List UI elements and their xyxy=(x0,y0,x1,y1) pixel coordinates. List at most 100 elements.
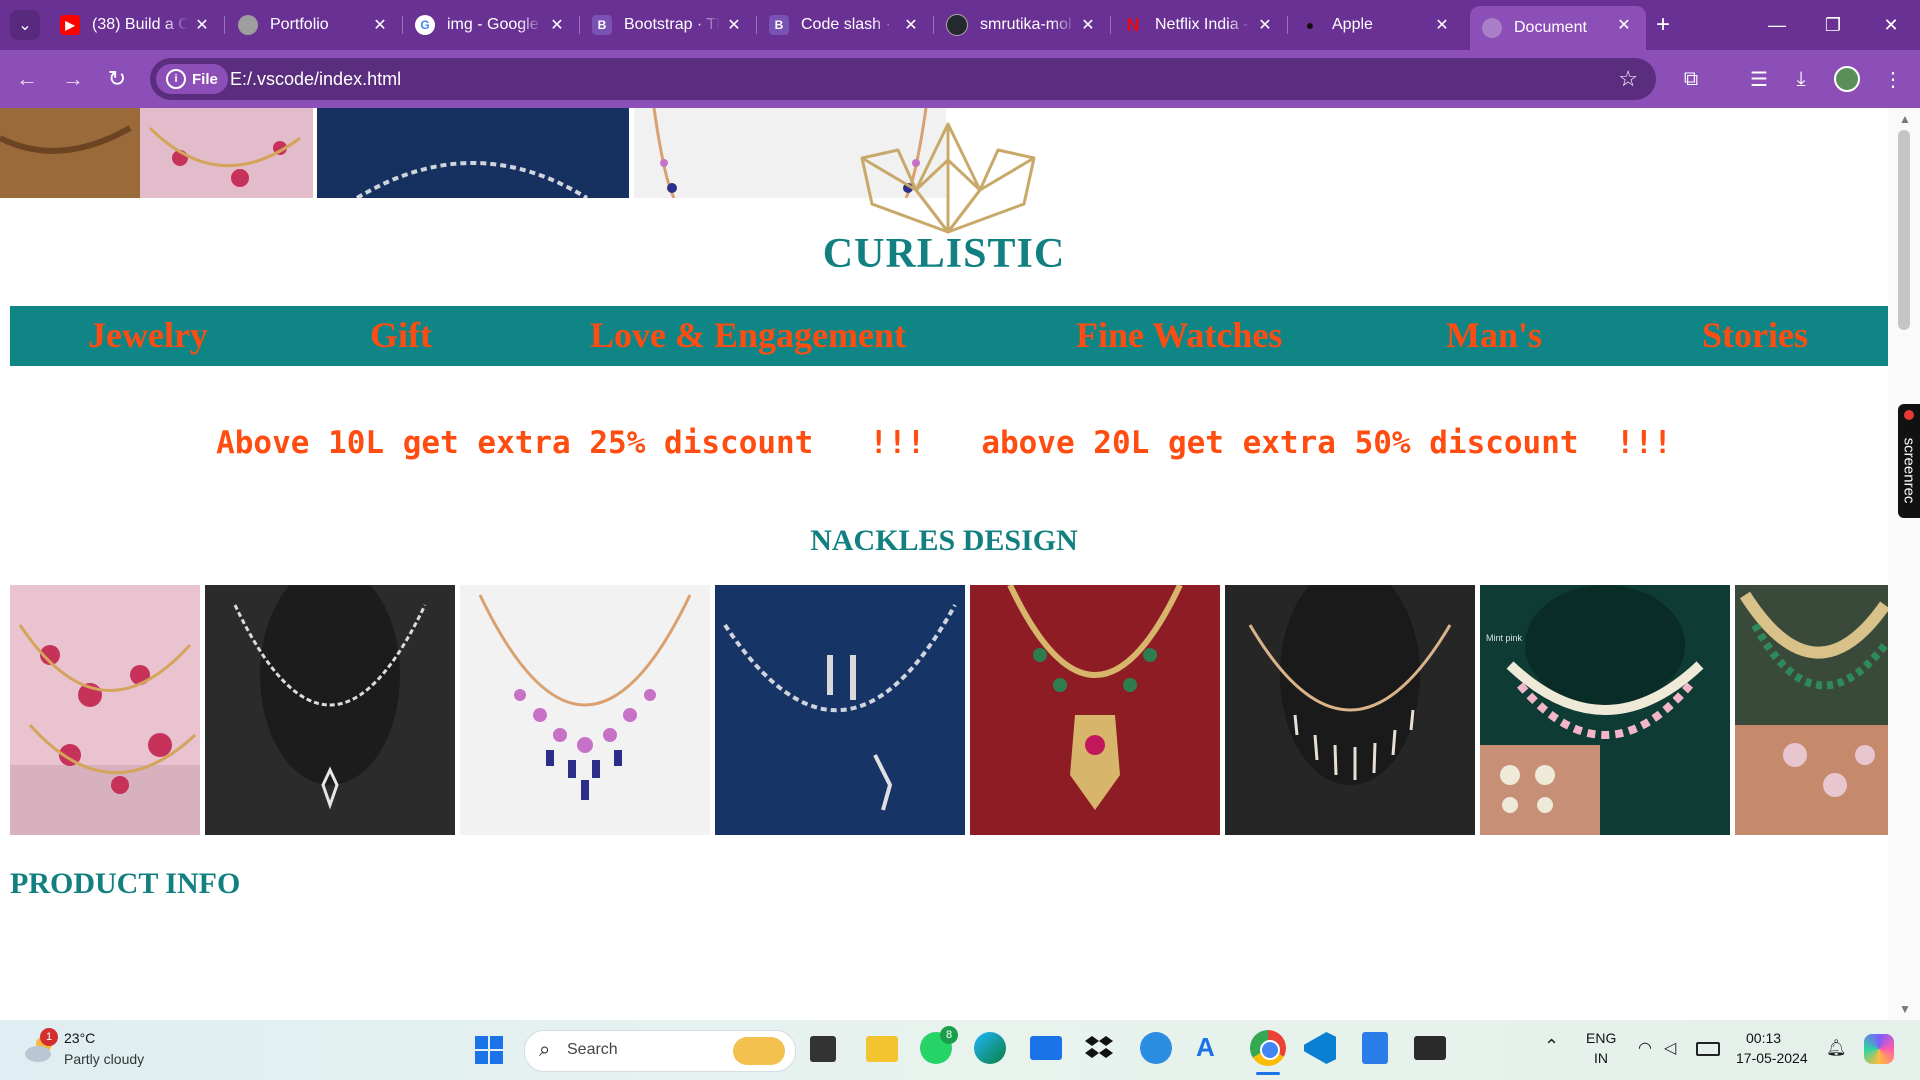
whatsapp-icon[interactable]: 8 xyxy=(920,1026,958,1064)
address-bar[interactable]: i File E:/.vscode/index.html ☆ xyxy=(150,58,1656,100)
chrome-icon[interactable] xyxy=(1250,1030,1286,1066)
browser-tab[interactable]: Portfolio ✕ xyxy=(226,6,403,44)
taskbar-search[interactable]: ⌕ Search xyxy=(524,1030,796,1072)
page-scrollbar[interactable]: ▲ ▼ xyxy=(1888,108,1920,1020)
language-line2[interactable]: IN xyxy=(1594,1050,1608,1066)
close-tab-icon[interactable]: ✕ xyxy=(370,15,390,35)
close-tab-icon[interactable]: ✕ xyxy=(1255,15,1275,35)
gallery-image[interactable]: Mint pink xyxy=(1480,585,1730,835)
new-tab-button[interactable]: + xyxy=(1650,11,1676,38)
nav-link-fine-watches[interactable]: Fine Watches xyxy=(1076,314,1282,356)
nav-link-mans[interactable]: Man's xyxy=(1446,314,1542,356)
terminal-icon[interactable] xyxy=(1414,1036,1446,1060)
browser-tab-active[interactable]: Document ✕ xyxy=(1470,6,1646,50)
site-info-chip[interactable]: i File xyxy=(156,64,228,94)
scroll-up-icon[interactable]: ▲ xyxy=(1899,112,1911,126)
apple-icon: ● xyxy=(1305,17,1315,33)
nav-link-stories[interactable]: Stories xyxy=(1702,314,1808,356)
edge-icon[interactable] xyxy=(974,1032,1006,1064)
scroll-thumb[interactable] xyxy=(1898,130,1910,330)
start-button[interactable] xyxy=(474,1035,504,1065)
tab-search-button[interactable]: ⌄ xyxy=(10,10,40,40)
close-window-button[interactable]: ✕ xyxy=(1876,12,1906,38)
forward-button[interactable]: → xyxy=(58,64,88,94)
gallery-image[interactable] xyxy=(1225,585,1475,835)
media-controls-button[interactable]: ☰ xyxy=(1744,64,1774,94)
battery-icon[interactable] xyxy=(1696,1042,1720,1056)
browser-tab[interactable]: smrutika-mol ✕ xyxy=(934,6,1111,44)
gallery-image[interactable] xyxy=(1735,585,1888,835)
browser-tab[interactable]: B Code slash · B ✕ xyxy=(757,6,934,44)
gallery-image[interactable] xyxy=(715,585,965,835)
chevron-down-icon: ⌄ xyxy=(18,17,32,34)
nav-link-jewelry[interactable]: Jewelry xyxy=(88,314,208,356)
browser-tab[interactable]: N Netflix India - ✕ xyxy=(1111,6,1288,44)
clock-date[interactable]: 17-05-2024 xyxy=(1736,1050,1808,1066)
gallery-image[interactable] xyxy=(205,585,455,835)
nav-link-love-engagement[interactable]: Love & Engagement xyxy=(590,314,906,356)
close-tab-icon[interactable]: ✕ xyxy=(1614,15,1634,35)
puzzle-icon: ⧉ xyxy=(1683,67,1699,90)
font-app-icon[interactable]: A xyxy=(1196,1032,1224,1064)
screenrec-label: screenrec xyxy=(1900,437,1918,504)
windows-logo-icon xyxy=(475,1036,503,1064)
restore-icon: ❐ xyxy=(1824,14,1842,35)
weather-widget[interactable]: 1 xyxy=(22,1028,58,1068)
close-tab-icon[interactable]: ✕ xyxy=(724,15,744,35)
extensions-button[interactable]: ⧉ xyxy=(1676,64,1706,94)
chrome-menu-button[interactable]: ⋮ xyxy=(1878,64,1908,94)
close-tab-icon[interactable]: ✕ xyxy=(192,15,212,35)
gallery-image[interactable] xyxy=(970,585,1220,835)
search-placeholder: Search xyxy=(567,1041,618,1058)
browser-tab[interactable]: ● Apple ✕ xyxy=(1288,6,1464,44)
mail-icon[interactable] xyxy=(1030,1036,1062,1060)
active-app-indicator xyxy=(1256,1072,1280,1075)
product-image[interactable] xyxy=(0,108,313,198)
product-image[interactable] xyxy=(317,108,630,200)
language-line1[interactable]: ENG xyxy=(1586,1030,1616,1046)
search-icon: ⌕ xyxy=(539,1039,551,1061)
back-button[interactable]: ← xyxy=(12,64,42,94)
notepad-icon[interactable] xyxy=(1362,1032,1388,1064)
wifi-icon[interactable]: ◠ xyxy=(1638,1038,1652,1058)
minimize-button[interactable]: — xyxy=(1762,12,1792,38)
close-tab-icon[interactable]: ✕ xyxy=(1078,15,1098,35)
copilot-icon[interactable] xyxy=(1864,1034,1894,1064)
weather-temp: 23°C xyxy=(64,1030,96,1046)
playlist-icon: ☰ xyxy=(1750,68,1768,91)
browser-tab[interactable]: ▶ (38) Build a C ✕ xyxy=(48,6,225,44)
close-tab-icon[interactable]: ✕ xyxy=(1432,15,1452,35)
main-nav: Jewelry Gift Love & Engagement Fine Watc… xyxy=(10,306,1888,366)
reload-button[interactable]: ↻ xyxy=(102,64,132,94)
profile-button[interactable] xyxy=(1832,64,1862,94)
reload-icon: ↻ xyxy=(107,66,127,91)
close-tab-icon[interactable]: ✕ xyxy=(547,15,567,35)
restore-button[interactable]: ❐ xyxy=(1818,12,1848,38)
downloads-button[interactable]: ⤓ xyxy=(1786,64,1816,94)
weather-app-icon[interactable] xyxy=(1140,1032,1172,1064)
nav-link-gift[interactable]: Gift xyxy=(370,314,432,356)
close-tab-icon[interactable]: ✕ xyxy=(901,15,921,35)
scroll-down-icon[interactable]: ▼ xyxy=(1899,1002,1911,1016)
url-text[interactable]: E:/.vscode/index.html xyxy=(230,69,401,90)
chevron-up-icon[interactable]: ⌃ xyxy=(1544,1036,1559,1057)
clock-time[interactable]: 00:13 xyxy=(1746,1030,1781,1046)
screenrec-widget[interactable]: screenrec xyxy=(1898,404,1920,518)
info-icon: i xyxy=(166,69,186,89)
vscode-icon[interactable] xyxy=(1304,1032,1336,1064)
browser-tab[interactable]: G img - Google ✕ xyxy=(403,6,580,44)
toolbar: ← → ↻ i File E:/.vscode/index.html ☆ ⧉ ☰… xyxy=(0,50,1920,108)
task-view-icon[interactable] xyxy=(810,1036,836,1062)
gallery-image[interactable] xyxy=(460,585,710,835)
avatar xyxy=(1834,66,1860,92)
arrow-right-icon: → xyxy=(62,66,84,91)
github-icon xyxy=(946,14,968,36)
bookmark-star-icon[interactable]: ☆ xyxy=(1618,66,1638,92)
browser-tab[interactable]: B Bootstrap · Th ✕ xyxy=(580,6,757,44)
dropbox-icon[interactable] xyxy=(1084,1034,1114,1062)
file-explorer-icon[interactable] xyxy=(866,1036,898,1062)
notification-bell-icon[interactable]: 🔔︎ xyxy=(1826,1038,1846,1058)
download-icon: ⤓ xyxy=(1796,67,1806,90)
gallery-image[interactable] xyxy=(10,585,200,835)
volume-icon[interactable]: ◁ xyxy=(1664,1038,1676,1058)
